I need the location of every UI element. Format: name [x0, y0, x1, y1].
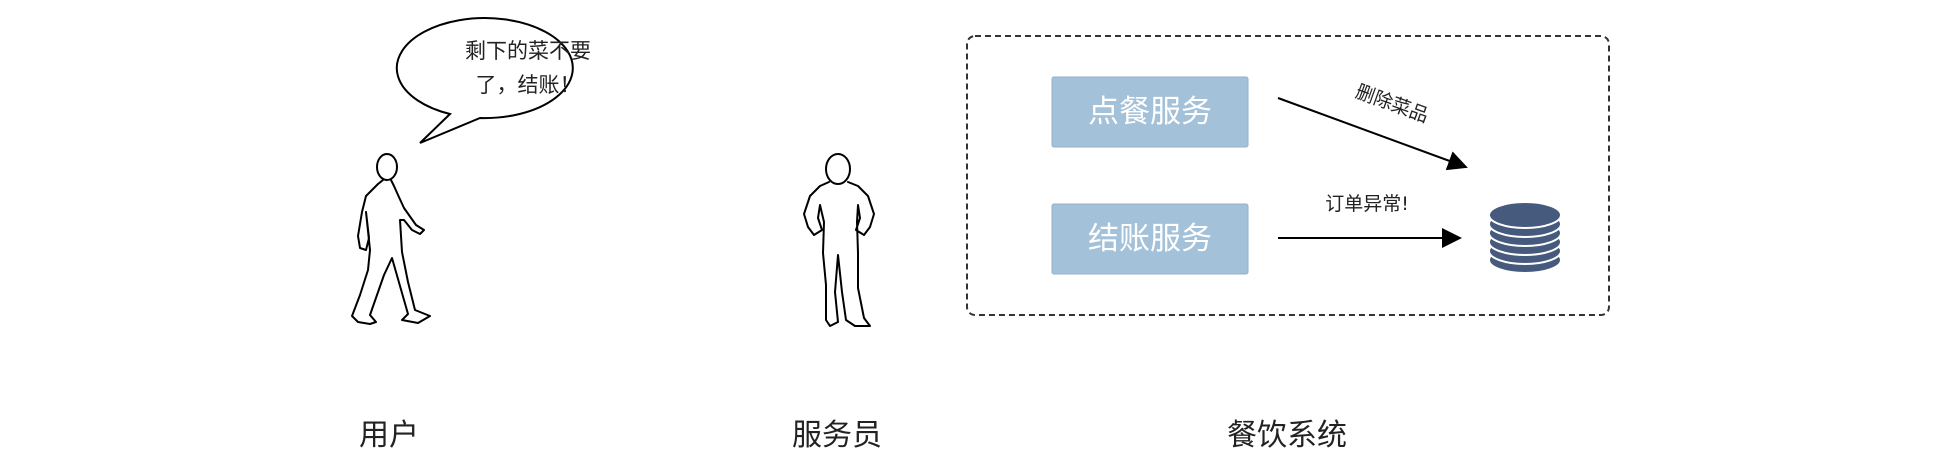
order-service-label: 点餐服务	[1088, 94, 1212, 130]
checkout-service-label: 结账服务	[1088, 221, 1212, 257]
order-service-box: 点餐服务	[1051, 76, 1249, 148]
system-caption: 餐饮系统	[1227, 418, 1347, 453]
speech-bubble: 剩下的菜不要 了，结账！	[395, 17, 591, 144]
standing-person-icon	[803, 153, 875, 327]
restaurant-system-diagram: 剩下的菜不要 了，结账！ 点餐服务 结账服务 删除菜品 订单异常! 用户 服务员	[351, 17, 1610, 453]
speech-bubble-line-1: 剩下的菜不要	[465, 39, 591, 63]
database-icon	[1488, 201, 1562, 274]
delete-dish-label: 删除菜品	[1353, 81, 1432, 128]
waiter-caption: 服务员	[792, 418, 882, 453]
order-exception-label: 订单异常!	[1325, 193, 1409, 215]
user-caption: 用户	[359, 418, 419, 453]
checkout-service-box: 结账服务	[1051, 203, 1249, 275]
speech-bubble-line-2: 了，结账！	[476, 73, 581, 97]
walking-person-icon	[351, 153, 431, 325]
